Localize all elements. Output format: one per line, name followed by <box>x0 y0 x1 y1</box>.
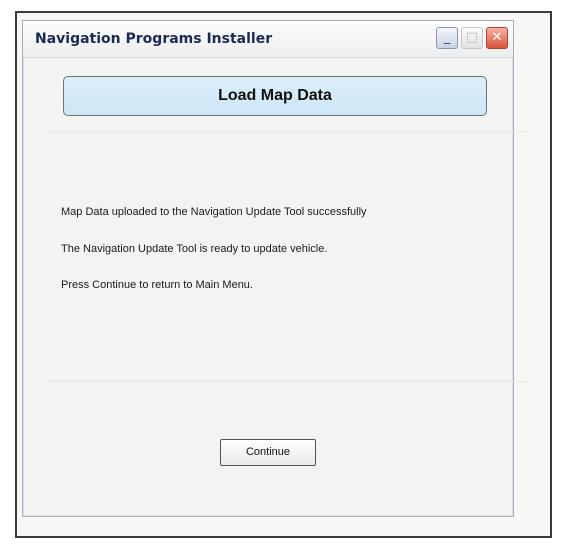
continue-button[interactable]: Continue <box>220 439 316 466</box>
close-button[interactable]: ✕ <box>486 27 508 49</box>
title-bar[interactable]: Navigation Programs Installer _ □ ✕ <box>23 21 513 58</box>
section-header: Load Map Data <box>63 76 487 116</box>
window-title: Navigation Programs Installer <box>35 31 273 47</box>
minimize-button[interactable]: _ <box>436 27 458 49</box>
minimize-icon: _ <box>443 30 451 45</box>
divider <box>47 381 527 382</box>
installer-window: Navigation Programs Installer _ □ ✕ Load… <box>22 20 527 517</box>
maximize-button[interactable]: □ <box>461 27 483 49</box>
divider <box>47 131 527 132</box>
status-message-upload: Map Data uploaded to the Navigation Upda… <box>61 206 367 218</box>
status-message-ready: The Navigation Update Tool is ready to u… <box>61 243 328 255</box>
status-message-instruction: Press Continue to return to Main Menu. <box>61 279 253 291</box>
maximize-icon: □ <box>465 30 479 45</box>
close-icon: ✕ <box>491 30 503 45</box>
